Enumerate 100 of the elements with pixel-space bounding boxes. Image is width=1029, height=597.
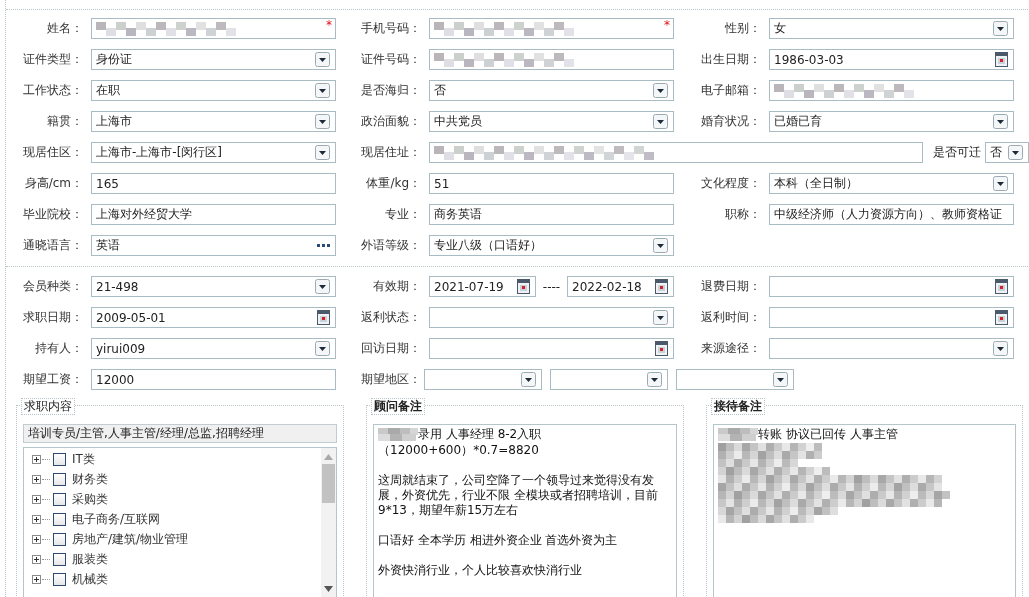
- dropdown-field[interactable]: yirui009: [91, 338, 336, 359]
- dropdown-field[interactable]: [769, 338, 1014, 359]
- calendar-icon[interactable]: [317, 310, 330, 325]
- expand-icon[interactable]: [32, 574, 41, 584]
- tree-item[interactable]: 房地产/建筑/物业管理: [72, 530, 189, 548]
- calendar-icon[interactable]: [655, 341, 668, 356]
- tree-item[interactable]: IT类: [72, 450, 95, 468]
- calendar-icon[interactable]: [995, 52, 1008, 67]
- input-field[interactable]: [769, 80, 1014, 101]
- dropdown-field[interactable]: 上海市: [91, 111, 336, 132]
- date-field[interactable]: 1986-03-03: [769, 49, 1014, 70]
- checkbox[interactable]: [53, 532, 66, 546]
- tree-item[interactable]: 采购类: [72, 490, 108, 508]
- date-field[interactable]: [769, 276, 1014, 297]
- dropdown-field[interactable]: [424, 369, 542, 390]
- language-field[interactable]: 英语: [91, 235, 336, 256]
- field-label: 返利时间：: [700, 309, 762, 326]
- field-label: 来源途径：: [700, 340, 762, 357]
- field-label: 职称：: [724, 206, 762, 223]
- scrollbar-thumb[interactable]: [322, 464, 335, 503]
- field-label: 身高/cm：: [23, 175, 84, 192]
- field-label: 毕业院校：: [22, 206, 84, 223]
- checkbox[interactable]: [53, 572, 66, 586]
- calendar-icon[interactable]: [995, 279, 1008, 294]
- tree-item[interactable]: 机械类: [72, 570, 108, 588]
- calendar-icon[interactable]: [517, 279, 530, 294]
- field-label: 外语等级：: [360, 237, 422, 254]
- expand-icon[interactable]: [32, 554, 41, 564]
- dropdown-field[interactable]: [676, 369, 794, 390]
- input-field[interactable]: 上海对外经贸大学: [91, 204, 336, 225]
- input-field[interactable]: 中级经济师（人力资源方向）、教师资格证: [769, 204, 1014, 225]
- note-text: 录用 人事经理 8-2入职: [418, 427, 542, 442]
- input-field[interactable]: [429, 49, 674, 70]
- input-field[interactable]: 51: [429, 173, 674, 194]
- dropdown-field[interactable]: 已婚已育: [769, 111, 1014, 132]
- input-field[interactable]: 12000: [91, 369, 336, 390]
- calendar-icon[interactable]: [995, 310, 1008, 325]
- dropdown-field[interactable]: 在职: [91, 80, 336, 101]
- field-label: 手机号码：: [360, 20, 422, 37]
- date-field[interactable]: 2021-07-19: [429, 276, 536, 297]
- dropdown-field[interactable]: 21-498: [91, 276, 336, 297]
- required-mark: *: [326, 19, 332, 31]
- dropdown-field[interactable]: 身份证: [91, 49, 336, 70]
- date-field[interactable]: [769, 307, 1014, 328]
- expand-icon[interactable]: [32, 514, 41, 524]
- checkbox[interactable]: [53, 492, 66, 506]
- field-label: 持有人：: [34, 340, 84, 357]
- dropdown-field[interactable]: 本科（全日制）: [769, 173, 1014, 194]
- field-label: 回访日期：: [360, 340, 422, 357]
- expand-icon[interactable]: [32, 494, 41, 504]
- notes-textarea[interactable]: 转账 协议已回传 人事主管: [713, 424, 1016, 597]
- dropdown-field[interactable]: [550, 369, 668, 390]
- field-label: 现居住址：: [360, 144, 422, 161]
- expand-icon[interactable]: [32, 474, 41, 484]
- calendar-icon[interactable]: [655, 279, 668, 294]
- dropdown-field[interactable]: 上海市-上海市-[闵行区]: [91, 142, 336, 163]
- field-label: 期望工资：: [22, 371, 84, 388]
- dropdown-field[interactable]: 专业八级（口语好）: [429, 235, 674, 256]
- field-label: 期望地区：: [360, 371, 422, 388]
- field-label: 通晓语言：: [22, 237, 84, 254]
- tree-item[interactable]: 财务类: [72, 470, 108, 488]
- field-label: 会员种类：: [22, 278, 84, 295]
- notes-textarea[interactable]: 录用 人事经理 8-2入职 （12000+600）*0.7=8820 这周就结束了，公司空降了一个领导过来觉得没有发展，外资优先，行业不限 全模块或者招聘培训，目前9*13，期望年薪15万左右 口语好 全本学历 相进外资企业 首选外资为主 外资快消行业，个人比较喜欢快消行业: [373, 424, 677, 597]
- checkbox[interactable]: [53, 552, 66, 566]
- input-field[interactable]: *: [91, 18, 336, 39]
- required-mark: *: [664, 19, 670, 31]
- field-label: 现居住区：: [22, 144, 84, 161]
- date-field[interactable]: [429, 338, 674, 359]
- checkbox[interactable]: [53, 472, 66, 486]
- dropdown-field[interactable]: 女: [769, 18, 1014, 39]
- dropdown-field[interactable]: [429, 307, 674, 328]
- tree-item[interactable]: 服装类: [72, 550, 108, 568]
- scrollbar[interactable]: [321, 448, 336, 597]
- checkbox[interactable]: [53, 512, 66, 526]
- tree-item[interactable]: 电子商务/互联网: [72, 510, 161, 528]
- note-text: 这周就结束了，公司空降了一个领导过来觉得没有发展，外资优先，行业不限 全模块或者招聘培训，目前9*13，期望年薪15万左右: [378, 473, 659, 518]
- note-text: （12000+600）*0.7=8820: [378, 443, 539, 458]
- field-label: 证件类型：: [22, 51, 84, 68]
- date-field[interactable]: 2022-02-18: [567, 276, 674, 297]
- field-label: 证件号码：: [360, 51, 422, 68]
- field-label: 籍贯：: [46, 113, 84, 130]
- scroll-down-icon[interactable]: [324, 586, 333, 592]
- field-label: 体重/kg：: [365, 175, 422, 192]
- input-field[interactable]: *: [429, 18, 674, 39]
- field-label: 是否可迁: [932, 144, 982, 161]
- expand-icon[interactable]: [32, 454, 41, 464]
- input-field[interactable]: 商务英语: [429, 204, 674, 225]
- dropdown-field[interactable]: 中共党员: [429, 111, 674, 132]
- note-text: 外资快消行业，个人比较喜欢快消行业: [378, 563, 582, 578]
- input-field[interactable]: [429, 142, 923, 163]
- field-label: 电子邮箱：: [700, 82, 762, 99]
- expand-icon[interactable]: [32, 534, 41, 544]
- dropdown-field[interactable]: 否: [985, 142, 1029, 163]
- field-label: 政治面貌：: [360, 113, 422, 130]
- input-field[interactable]: 165: [91, 173, 336, 194]
- more-icon[interactable]: [317, 243, 330, 248]
- date-field[interactable]: 2009-05-01: [91, 307, 336, 328]
- checkbox[interactable]: [53, 452, 66, 466]
- dropdown-field[interactable]: 否: [429, 80, 674, 101]
- field-label: 返利状态：: [360, 309, 422, 326]
